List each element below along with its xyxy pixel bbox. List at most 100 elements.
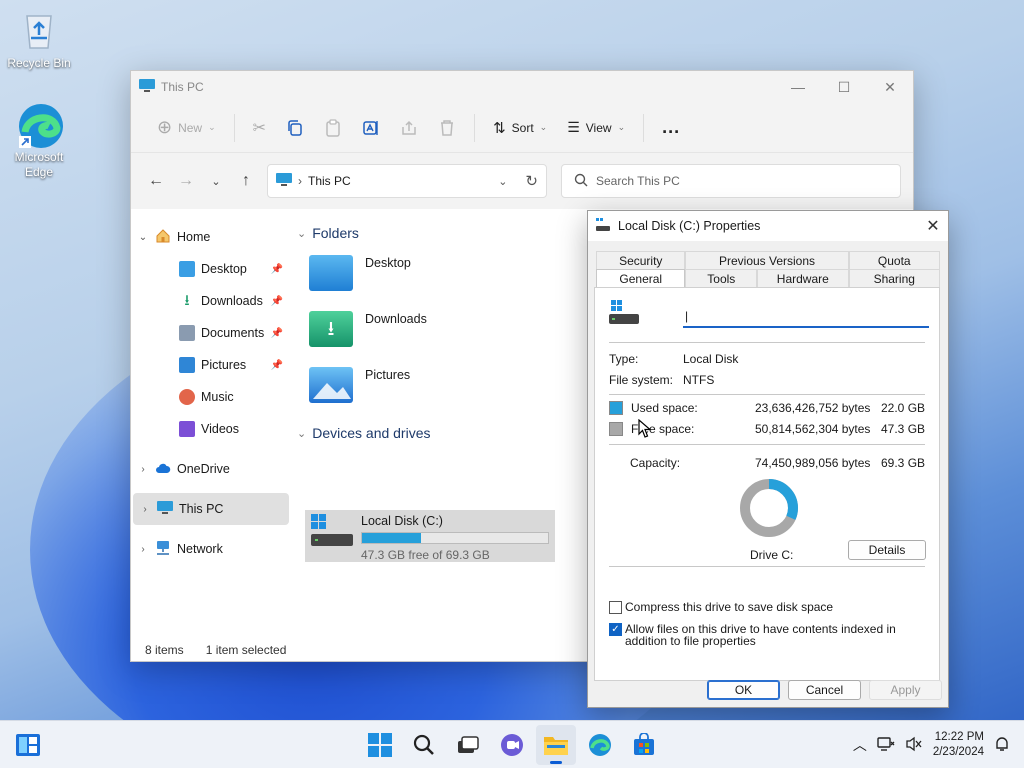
edge-icon: [589, 734, 611, 756]
downloads-folder-icon: ⭳: [309, 311, 353, 347]
task-view-icon: [458, 736, 479, 753]
forward-button[interactable]: →: [171, 166, 201, 196]
details-button[interactable]: Details: [848, 540, 926, 560]
chevron-right-icon[interactable]: ›: [131, 544, 155, 555]
task-view-button[interactable]: [448, 725, 488, 765]
view-button[interactable]: ☰ View ⌄: [557, 112, 635, 144]
sidebar-item-onedrive[interactable]: › OneDrive: [131, 453, 291, 485]
clock[interactable]: 12:22 PM 2/23/2024: [933, 730, 984, 760]
copy-button[interactable]: [276, 112, 314, 144]
delete-button[interactable]: [428, 112, 466, 144]
cut-button[interactable]: ✂: [243, 112, 276, 144]
network-status-icon[interactable]: [877, 736, 895, 755]
folder-icon: [544, 737, 568, 755]
ok-button[interactable]: OK: [707, 680, 780, 700]
pin-icon: 📌: [270, 359, 283, 371]
status-bar: 8 items 1 item selected: [145, 643, 286, 657]
drive-item-local-disk-c[interactable]: Local Disk (C:) 47.3 GB free of 69.3 GB: [305, 510, 555, 562]
chevron-down-icon: ⌄: [297, 427, 307, 440]
compress-option[interactable]: Compress this drive to save disk space: [609, 600, 833, 614]
dialog-titlebar[interactable]: Local Disk (C:) Properties ✕: [588, 211, 948, 241]
chevron-right-icon[interactable]: ›: [131, 464, 155, 475]
dialog-close-button[interactable]: ✕: [918, 216, 948, 236]
share-icon: [402, 120, 416, 135]
sidebar-item-network[interactable]: › Network: [131, 533, 291, 565]
more-options-button[interactable]: ...: [652, 112, 690, 144]
minimize-button[interactable]: —: [775, 71, 821, 103]
drive-large-icon: [609, 300, 639, 326]
document-icon: [179, 325, 195, 341]
free-bytes: 50,814,562,304 bytes: [755, 422, 871, 436]
search-placeholder: Search This PC: [596, 174, 680, 188]
sidebar-item-documents[interactable]: Documents 📌: [131, 317, 291, 349]
file-explorer-taskbar-button[interactable]: [536, 725, 576, 765]
navigation-bar: ← → ⌄ ↑ › This PC ⌄ ↻ Search This PC: [131, 153, 913, 209]
chevron-right-icon[interactable]: ›: [133, 504, 157, 515]
address-bar[interactable]: › This PC ⌄ ↻: [267, 164, 547, 198]
taskbar: ︿ 12:22 PM 2/23/2024: [0, 720, 1024, 768]
used-color-swatch: [609, 401, 623, 415]
chevron-right-icon: ›: [298, 174, 302, 188]
address-text: This PC: [308, 174, 351, 188]
widgets-button[interactable]: [8, 725, 48, 765]
refresh-icon[interactable]: ↻: [525, 172, 538, 190]
navigation-pane: ⌄ Home Desktop 📌 ⭳ Downloads 📌 Documents…: [131, 217, 291, 631]
search-icon: [574, 173, 588, 190]
search-button[interactable]: [404, 725, 444, 765]
chevron-down-icon[interactable]: ⌄: [498, 175, 507, 188]
apply-button[interactable]: Apply: [869, 680, 942, 700]
share-button[interactable]: [390, 112, 428, 144]
usage-donut-chart: [739, 478, 799, 538]
recent-locations-button[interactable]: ⌄: [201, 166, 231, 196]
edge-taskbar-button[interactable]: [580, 725, 620, 765]
sidebar-item-videos[interactable]: Videos: [131, 413, 291, 445]
text-cursor: |: [685, 309, 689, 323]
view-icon: ☰: [567, 119, 580, 135]
tab-hardware[interactable]: Hardware: [757, 269, 849, 287]
volume-muted-icon[interactable]: [905, 736, 923, 755]
search-box[interactable]: Search This PC: [561, 164, 901, 198]
chevron-up-icon[interactable]: ︿: [853, 735, 867, 755]
tab-previous-versions[interactable]: Previous Versions: [685, 251, 849, 269]
notification-icon[interactable]: [994, 736, 1010, 755]
start-button[interactable]: [360, 725, 400, 765]
tab-sharing[interactable]: Sharing: [848, 269, 940, 287]
index-checkbox[interactable]: ✓: [609, 623, 622, 636]
new-button[interactable]: ⊕ New ⌄: [147, 112, 226, 144]
download-icon: ⭳: [184, 292, 190, 309]
chat-button[interactable]: [492, 725, 532, 765]
cancel-button[interactable]: Cancel: [788, 680, 861, 700]
explorer-titlebar[interactable]: This PC — ☐ ✕: [131, 71, 913, 103]
desktop-icon-label: Microsoft Edge: [14, 150, 64, 179]
sidebar-item-desktop[interactable]: Desktop 📌: [131, 253, 291, 285]
maximize-button[interactable]: ☐: [821, 71, 867, 103]
tab-general[interactable]: General: [596, 269, 686, 287]
compress-checkbox[interactable]: [609, 600, 622, 614]
desktop-icon-edge[interactable]: Microsoft Edge: [4, 102, 74, 180]
up-button[interactable]: ↑: [231, 166, 261, 196]
capacity-bytes: 74,450,989,056 bytes: [755, 456, 871, 470]
chevron-down-icon[interactable]: ⌄: [131, 232, 155, 243]
close-button[interactable]: ✕: [867, 71, 913, 103]
sidebar-item-pictures[interactable]: Pictures 📌: [131, 349, 291, 381]
desktop-icon-recycle-bin[interactable]: Recycle Bin: [4, 8, 74, 70]
store-taskbar-button[interactable]: [624, 725, 664, 765]
sort-button[interactable]: ⇅ Sort ⌄: [483, 112, 557, 144]
item-count: 8 items: [145, 643, 184, 657]
pin-icon: 📌: [270, 327, 283, 339]
sidebar-item-this-pc[interactable]: › This PC: [133, 493, 289, 525]
sidebar-item-downloads[interactable]: ⭳ Downloads 📌: [131, 285, 291, 317]
tab-tools[interactable]: Tools: [685, 269, 758, 287]
tab-quota[interactable]: Quota: [848, 251, 940, 269]
sidebar-item-music[interactable]: Music: [131, 381, 291, 413]
tab-security[interactable]: Security: [596, 251, 686, 269]
drive-label-input[interactable]: |: [683, 306, 929, 328]
index-option[interactable]: ✓ Allow files on this drive to have cont…: [609, 623, 929, 647]
chevron-down-icon: ⌄: [211, 175, 221, 188]
copy-icon: [288, 119, 302, 136]
rename-button[interactable]: [352, 112, 390, 144]
sidebar-item-home[interactable]: ⌄ Home: [131, 221, 291, 253]
back-button[interactable]: ←: [141, 166, 171, 196]
paste-button[interactable]: [314, 112, 352, 144]
chevron-down-icon: ⌄: [539, 122, 548, 132]
